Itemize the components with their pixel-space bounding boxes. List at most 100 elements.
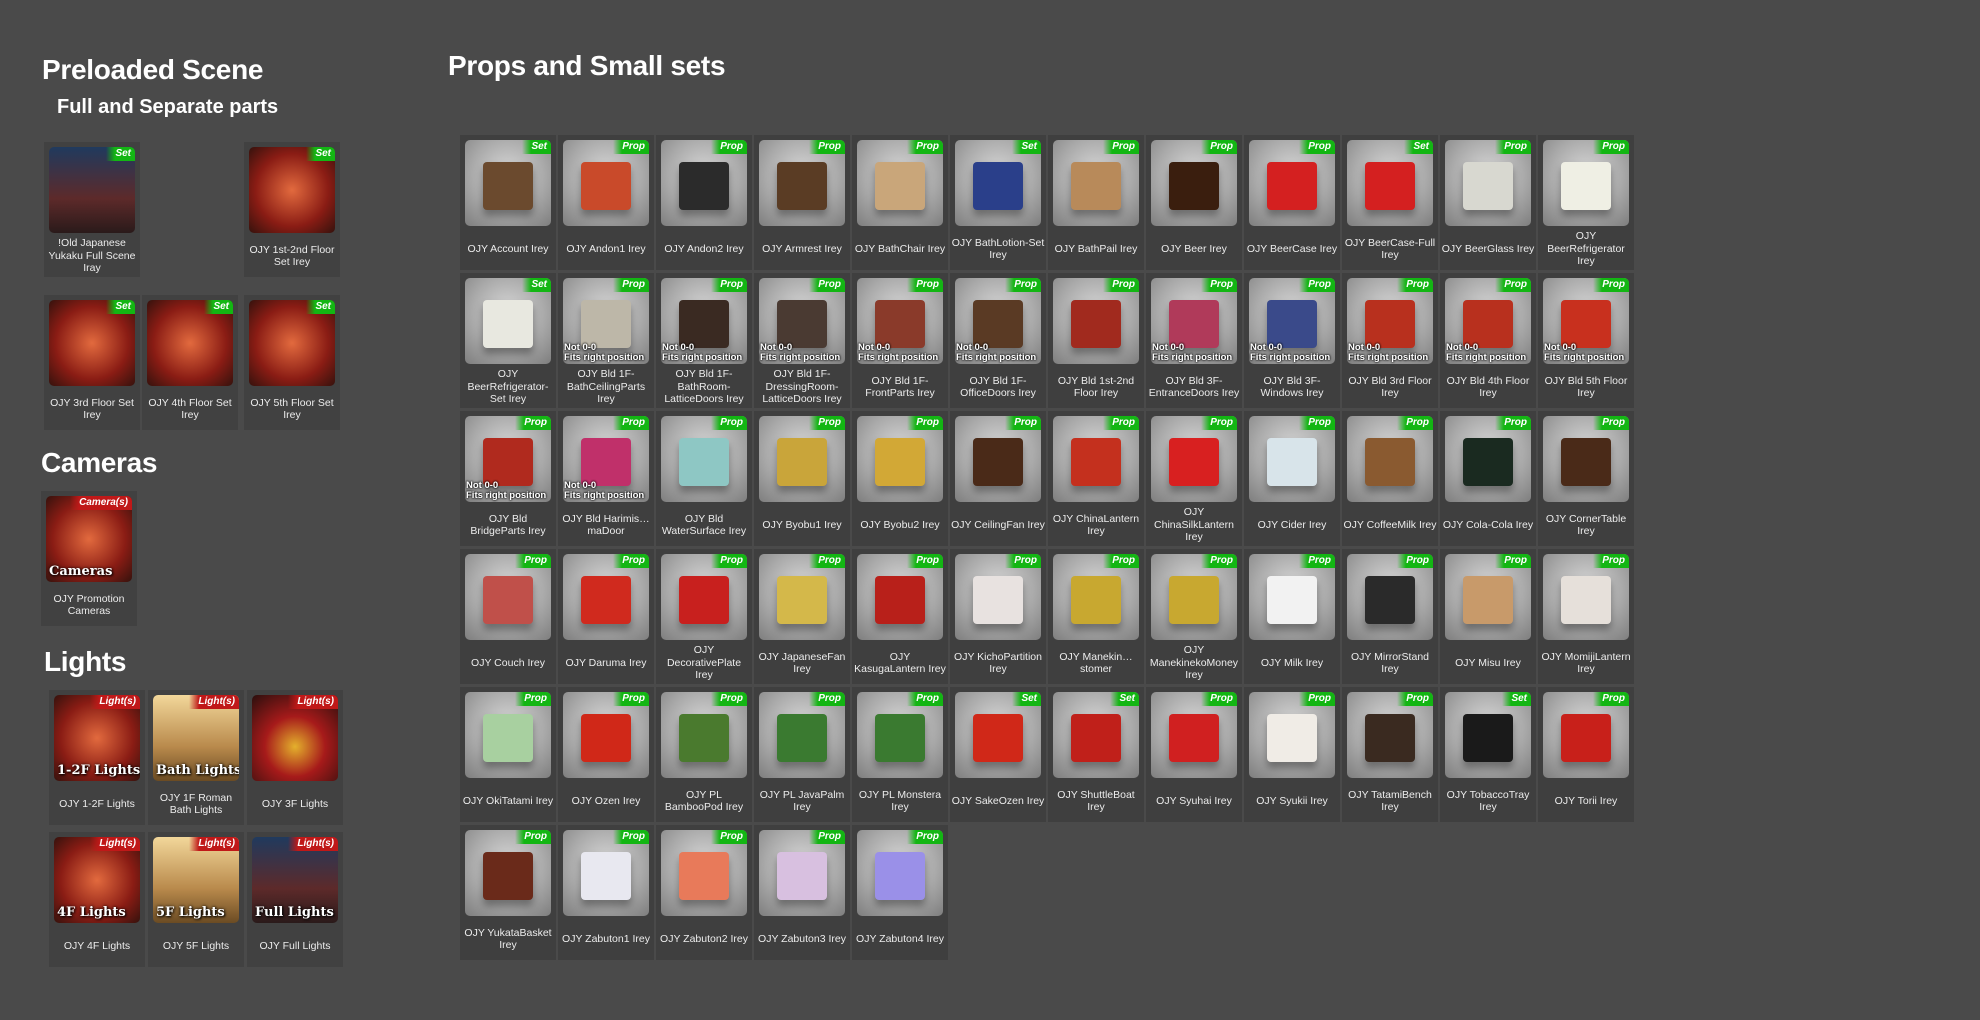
content-tile[interactable]: Prop Not 0-0 Fits right position OJY Bld 3r… bbox=[1342, 273, 1438, 408]
content-tile[interactable]: Prop OJY ChinaLantern Irey bbox=[1048, 411, 1144, 546]
content-tile[interactable]: Prop OJY CeilingFan Irey bbox=[950, 411, 1046, 546]
content-tile[interactable]: Prop Not 0-0 Fits right position OJY Bld 3F… bbox=[1146, 273, 1242, 408]
content-tile[interactable]: Prop Not 0-0 Fits right position OJY Bld Ha… bbox=[558, 411, 654, 546]
content-tile[interactable]: Light(s) 5F Lights OJY 5F Lights bbox=[148, 832, 244, 967]
content-tile[interactable]: Prop OJY Torii Irey bbox=[1538, 687, 1634, 822]
content-tile[interactable]: Prop OJY ManekinekoMoney Irey bbox=[1146, 549, 1242, 684]
content-tile[interactable]: Prop OJY JapaneseFan Irey bbox=[754, 549, 850, 684]
content-tile[interactable]: Prop OJY KichoPartition Irey bbox=[950, 549, 1046, 684]
content-tile[interactable]: Set OJY SakeOzen Irey bbox=[950, 687, 1046, 822]
content-tile[interactable]: Prop OJY Bld WaterSurface Irey bbox=[656, 411, 752, 546]
content-tile[interactable]: Prop OJY Bld 1st-2nd Floor Irey bbox=[1048, 273, 1144, 408]
content-tile[interactable]: Set OJY TobaccoTray Irey bbox=[1440, 687, 1536, 822]
type-badge: Prop bbox=[711, 692, 747, 706]
content-tile[interactable]: Prop OJY Cola-Cola Irey bbox=[1440, 411, 1536, 546]
content-tile[interactable]: Set OJY BathLotion-Set Irey bbox=[950, 135, 1046, 270]
content-tile[interactable]: Set OJY ShuttleBoat Irey bbox=[1048, 687, 1144, 822]
props-title: Props and Small sets bbox=[448, 50, 726, 81]
content-tile[interactable]: Prop OJY CornerTable Irey bbox=[1538, 411, 1634, 546]
content-label: OJY Bld 1F-BathCeilingParts Irey bbox=[566, 368, 646, 406]
content-tile[interactable]: Camera(s) Cameras OJY Promotion Cameras bbox=[41, 491, 137, 626]
content-thumbnail: Prop Not 0-0 Fits right position bbox=[1347, 278, 1433, 364]
content-tile[interactable]: Prop OJY Misu Irey bbox=[1440, 549, 1536, 684]
content-label: OJY PL Monstera Irey bbox=[858, 788, 942, 814]
content-tile[interactable]: Prop OJY Syuhai Irey bbox=[1146, 687, 1242, 822]
content-tile[interactable]: Prop Not 0-0 Fits right position OJY Bld 1F… bbox=[754, 273, 850, 408]
content-tile[interactable]: Prop Not 0-0 Fits right position OJY Bld 1F… bbox=[656, 273, 752, 408]
content-tile[interactable]: Prop Not 0-0 Fits right position OJY Bld 1F… bbox=[950, 273, 1046, 408]
prop-preview-shape bbox=[1561, 576, 1611, 624]
content-tile[interactable]: Prop OJY MirrorStand Irey bbox=[1342, 549, 1438, 684]
type-badge: Prop bbox=[711, 278, 747, 292]
content-tile[interactable]: Prop OJY Andon1 Irey bbox=[558, 135, 654, 270]
content-tile[interactable]: Prop OJY Manekin…stomer bbox=[1048, 549, 1144, 684]
content-label: OJY ChinaSilkLantern Irey bbox=[1154, 506, 1234, 544]
content-tile[interactable]: Prop Not 0-0 Fits right position OJY Bld 5t… bbox=[1538, 273, 1634, 408]
content-tile[interactable]: Prop OJY Milk Irey bbox=[1244, 549, 1340, 684]
content-tile[interactable]: Set !Old Japanese Yukaku Full Scene Iray bbox=[44, 142, 140, 277]
content-tile[interactable]: Prop OJY PL JavaPalm Irey bbox=[754, 687, 850, 822]
content-tile[interactable]: Prop OJY BathChair Irey bbox=[852, 135, 948, 270]
content-tile[interactable]: Prop OJY ChinaSilkLantern Irey bbox=[1146, 411, 1242, 546]
content-tile[interactable]: Light(s) Full Lights OJY Full Lights bbox=[247, 832, 343, 967]
content-tile[interactable]: Prop OJY MomijiLantern Irey bbox=[1538, 549, 1634, 684]
content-tile[interactable]: Set OJY BeerCase-Full Irey bbox=[1342, 135, 1438, 270]
content-tile[interactable]: Prop OJY Byobu2 Irey bbox=[852, 411, 948, 546]
content-tile[interactable]: Prop OJY PL Monstera Irey bbox=[852, 687, 948, 822]
type-badge: Prop bbox=[515, 692, 551, 706]
content-tile[interactable]: Prop OJY KasugaLantern Irey bbox=[852, 549, 948, 684]
content-tile[interactable]: Prop Not 0-0 Fits right position OJY Bld 1F… bbox=[852, 273, 948, 408]
content-tile[interactable]: Light(s) OJY 3F Lights bbox=[247, 690, 343, 825]
content-tile[interactable]: Prop OJY BeerRefrigerator Irey bbox=[1538, 135, 1634, 270]
content-tile[interactable]: Prop Not 0-0 Fits right position OJY Bld Br… bbox=[460, 411, 556, 546]
content-tile[interactable]: Prop OJY Zabuton2 Irey bbox=[656, 825, 752, 960]
content-tile[interactable]: Set OJY Account Irey bbox=[460, 135, 556, 270]
prop-preview-shape bbox=[973, 714, 1023, 762]
content-thumbnail: Prop bbox=[1249, 416, 1335, 502]
content-tile[interactable]: Prop OJY BeerCase Irey bbox=[1244, 135, 1340, 270]
content-tile[interactable]: Prop OJY Zabuton4 Irey bbox=[852, 825, 948, 960]
content-tile[interactable]: Light(s) 4F Lights OJY 4F Lights bbox=[49, 832, 145, 967]
content-tile[interactable]: Prop OJY Andon2 Irey bbox=[656, 135, 752, 270]
content-tile[interactable]: Prop OJY PL BambooPod Irey bbox=[656, 687, 752, 822]
content-tile[interactable]: Prop OJY Beer Irey bbox=[1146, 135, 1242, 270]
content-tile[interactable]: Prop OJY Zabuton1 Irey bbox=[558, 825, 654, 960]
content-tile[interactable]: Prop OJY CoffeeMilk Irey bbox=[1342, 411, 1438, 546]
content-tile[interactable]: Set OJY 1st-2nd Floor Set Irey bbox=[244, 142, 340, 277]
content-tile[interactable]: Prop OJY Zabuton3 Irey bbox=[754, 825, 850, 960]
content-thumbnail: Set bbox=[465, 140, 551, 226]
type-badge: Prop bbox=[1299, 554, 1335, 568]
content-tile[interactable]: Light(s) 1-2F Lights OJY 1-2F Lights bbox=[49, 690, 145, 825]
content-tile[interactable]: Prop OJY Couch Irey bbox=[460, 549, 556, 684]
content-thumbnail: Prop bbox=[1347, 416, 1433, 502]
content-tile[interactable]: Prop OJY YukataBasket Irey bbox=[460, 825, 556, 960]
content-tile[interactable]: Prop Not 0-0 Fits right position OJY Bld 1F… bbox=[558, 273, 654, 408]
content-tile[interactable]: Set OJY BeerRefrigerator-Set Irey bbox=[460, 273, 556, 408]
content-tile[interactable]: Prop OJY Armrest Irey bbox=[754, 135, 850, 270]
content-tile[interactable]: Set OJY 5th Floor Set Irey bbox=[244, 295, 340, 430]
type-badge: Set bbox=[306, 147, 335, 161]
content-tile[interactable]: Prop Not 0-0 Fits right position OJY Bld 4t… bbox=[1440, 273, 1536, 408]
thumbnail-overlay-text: Bath Lights bbox=[156, 763, 239, 778]
content-tile[interactable]: Prop OJY Syukii Irey bbox=[1244, 687, 1340, 822]
content-tile[interactable]: Prop OJY Cider Irey bbox=[1244, 411, 1340, 546]
content-tile[interactable]: Set OJY 3rd Floor Set Irey bbox=[44, 295, 140, 430]
prop-preview-shape bbox=[1463, 576, 1513, 624]
content-tile[interactable]: Prop OJY Byobu1 Irey bbox=[754, 411, 850, 546]
content-tile[interactable]: Prop OJY BathPail Irey bbox=[1048, 135, 1144, 270]
content-thumbnail: Prop Not 0-0 Fits right position bbox=[857, 278, 943, 364]
content-tile[interactable]: Prop OJY DecorativePlate Irey bbox=[656, 549, 752, 684]
content-thumbnail: Set bbox=[1053, 692, 1139, 778]
content-tile[interactable]: Prop OJY OkiTatami Irey bbox=[460, 687, 556, 822]
content-tile[interactable]: Prop OJY BeerGlass Irey bbox=[1440, 135, 1536, 270]
content-tile[interactable]: Prop OJY TatamiBench Irey bbox=[1342, 687, 1438, 822]
content-thumbnail: Light(s) 5F Lights bbox=[153, 837, 239, 923]
content-tile[interactable]: Prop OJY Daruma Irey bbox=[558, 549, 654, 684]
content-tile[interactable]: Light(s) Bath Lights OJY 1F Roman Bath Lig… bbox=[148, 690, 244, 825]
content-label: OJY PL JavaPalm Irey bbox=[759, 788, 845, 814]
content-tile[interactable]: Prop OJY Ozen Irey bbox=[558, 687, 654, 822]
content-label: OJY 1-2F Lights bbox=[59, 797, 135, 810]
content-tile[interactable]: Prop Not 0-0 Fits right position OJY Bld 3F… bbox=[1244, 273, 1340, 408]
content-label: OJY Account Irey bbox=[467, 242, 549, 255]
content-tile[interactable]: Set OJY 4th Floor Set Irey bbox=[142, 295, 238, 430]
